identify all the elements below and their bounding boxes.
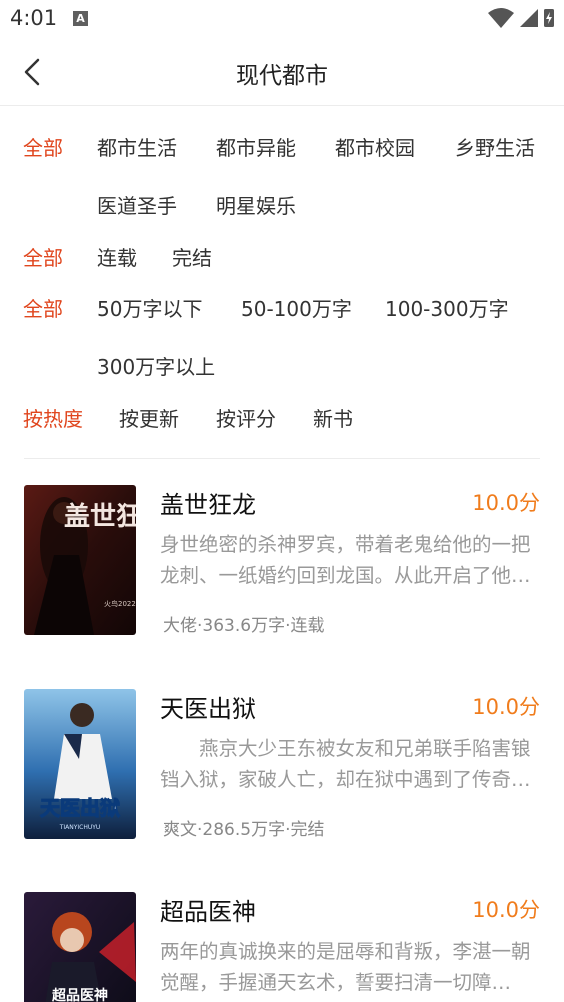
- wordcount-option[interactable]: 300万字以上: [97, 351, 215, 380]
- status-bar: 4:01 A: [0, 0, 564, 38]
- wifi-icon: [488, 8, 514, 28]
- sort-hot[interactable]: 按热度: [23, 403, 83, 432]
- book-title: 天医出狱: [160, 695, 256, 723]
- book-cover[interactable]: 天医出狱 TIANYICHUYU: [24, 689, 136, 839]
- book-meta: 爽文·286.5万字·完结: [163, 820, 325, 840]
- cover-title: 盖世狂龙: [64, 501, 136, 532]
- category-option[interactable]: 医道圣手: [97, 190, 177, 219]
- status-all[interactable]: 全部: [23, 242, 63, 271]
- divider: [24, 458, 540, 459]
- wordcount-option[interactable]: 100-300万字: [385, 293, 509, 322]
- book-description: 燕京大少王东被女友和兄弟联手陷害锒铛入狱，家破人亡，却在狱中遇到了传奇人物……: [160, 737, 531, 791]
- book-title: 盖世狂龙: [160, 491, 256, 519]
- status-option[interactable]: 连载: [97, 242, 137, 271]
- signal-icon: [520, 9, 538, 27]
- book-score: 10.0分: [472, 898, 540, 922]
- cover-title: 天医出狱: [40, 796, 120, 820]
- cover-caption: TIANYICHUYU: [59, 824, 101, 831]
- cover-caption: 火鸟2022: [104, 599, 136, 608]
- category-option[interactable]: 明星娱乐: [216, 190, 296, 219]
- status-option[interactable]: 完结: [172, 242, 212, 271]
- notification-a-icon: A: [73, 11, 88, 26]
- book-cover[interactable]: 盖世狂龙 火鸟2022: [24, 485, 136, 635]
- book-score: 10.0分: [472, 491, 540, 515]
- wordcount-option[interactable]: 50万字以下: [97, 293, 202, 322]
- book-description: 身世绝密的杀神罗宾，带着老鬼给他的一把龙刺、一纸婚约回到龙国。从此开启了他的传奇…: [160, 533, 531, 587]
- sort-rating[interactable]: 按评分: [216, 403, 276, 432]
- page-title: 现代都市: [236, 63, 328, 89]
- sort-row: 按热度 按更新 按评分 新书: [0, 399, 564, 439]
- wordcount-filter-row-2: 300万字以上: [0, 347, 564, 387]
- wordcount-option[interactable]: 50-100万字: [241, 293, 352, 322]
- category-option[interactable]: 都市异能: [216, 132, 296, 161]
- category-all[interactable]: 全部: [23, 132, 63, 161]
- wordcount-filter-row: 全部 50万字以下 50-100万字 100-300万字: [0, 289, 564, 329]
- status-time: 4:01: [10, 6, 58, 30]
- sort-new[interactable]: 新书: [313, 403, 353, 432]
- cover-title: 超品医神: [51, 987, 108, 1002]
- book-item[interactable]: 超品医神 超品医神 10.0分 两年的真诚换来的是屈辱和背叛，李湛一朝觉醒，手握…: [0, 892, 564, 1002]
- book-item[interactable]: 天医出狱 TIANYICHUYU 天医出狱 10.0分 燕京大少王东被女友和兄弟…: [0, 689, 564, 849]
- status-filter-row: 全部 连载 完结: [0, 238, 564, 278]
- book-meta: 大佬·363.6万字·连载: [163, 616, 325, 636]
- book-description: 两年的真诚换来的是屈辱和背叛，李湛一朝觉醒，手握通天玄术，誓要扫清一切障碍……: [160, 940, 531, 994]
- category-filter-row-2: 医道圣手 明星娱乐: [0, 186, 564, 226]
- book-title: 超品医神: [160, 898, 256, 926]
- sort-update[interactable]: 按更新: [119, 403, 179, 432]
- category-option[interactable]: 乡野生活: [455, 132, 535, 161]
- category-option[interactable]: 都市校园: [335, 132, 415, 161]
- status-icons: [488, 8, 554, 28]
- category-option[interactable]: 都市生活: [97, 132, 177, 161]
- book-item[interactable]: 盖世狂龙 火鸟2022 盖世狂龙 10.0分 身世绝密的杀神罗宾，带着老鬼给他的…: [0, 485, 564, 645]
- wordcount-all[interactable]: 全部: [23, 293, 63, 322]
- book-cover[interactable]: 超品医神: [24, 892, 136, 1002]
- category-filter-row: 全部 都市生活 都市异能 都市校园 乡野生活: [0, 128, 564, 168]
- title-bar: 现代都市: [0, 38, 564, 106]
- book-score: 10.0分: [472, 695, 540, 719]
